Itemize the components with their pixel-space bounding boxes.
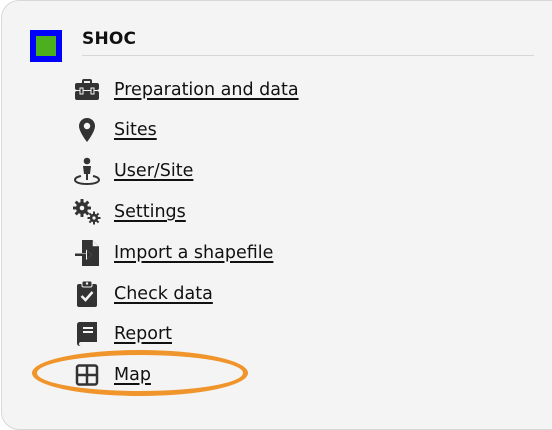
menu-item-label[interactable]: Map <box>114 365 151 385</box>
sidebar-panel: SHOC Preparation and data Sites User/Sit… <box>1 0 552 430</box>
app-logo-fill <box>36 36 56 56</box>
menu-item-settings[interactable]: Settings <box>72 195 402 229</box>
clipboard-check-icon <box>72 279 102 309</box>
book-icon <box>72 319 102 349</box>
menu-item-user-site[interactable]: User/Site <box>72 154 402 188</box>
menu-item-label[interactable]: User/Site <box>114 161 193 181</box>
menu-item-report[interactable]: Report <box>72 317 402 351</box>
menu-item-label[interactable]: Sites <box>114 120 157 140</box>
title-divider <box>82 55 534 56</box>
menu-item-import-shapefile[interactable]: Import a shapefile <box>72 236 402 270</box>
menu-item-label[interactable]: Report <box>114 324 172 344</box>
user-location-icon <box>72 156 102 186</box>
file-import-icon <box>72 238 102 268</box>
gears-icon <box>72 197 102 227</box>
menu-item-map[interactable]: Map <box>72 358 402 392</box>
menu-item-preparation-and-data[interactable]: Preparation and data <box>72 73 402 107</box>
menu-item-sites[interactable]: Sites <box>72 113 402 147</box>
menu-item-label[interactable]: Preparation and data <box>114 80 299 100</box>
app-title: SHOC <box>82 29 137 49</box>
map-marker-icon <box>72 115 102 145</box>
app-logo <box>30 30 62 62</box>
menu-item-check-data[interactable]: Check data <box>72 277 402 311</box>
menu-item-label[interactable]: Import a shapefile <box>114 243 273 263</box>
menu-item-label[interactable]: Check data <box>114 284 213 304</box>
menu-item-label[interactable]: Settings <box>114 202 186 222</box>
grid-icon <box>72 360 102 390</box>
toolbox-icon <box>72 75 102 105</box>
